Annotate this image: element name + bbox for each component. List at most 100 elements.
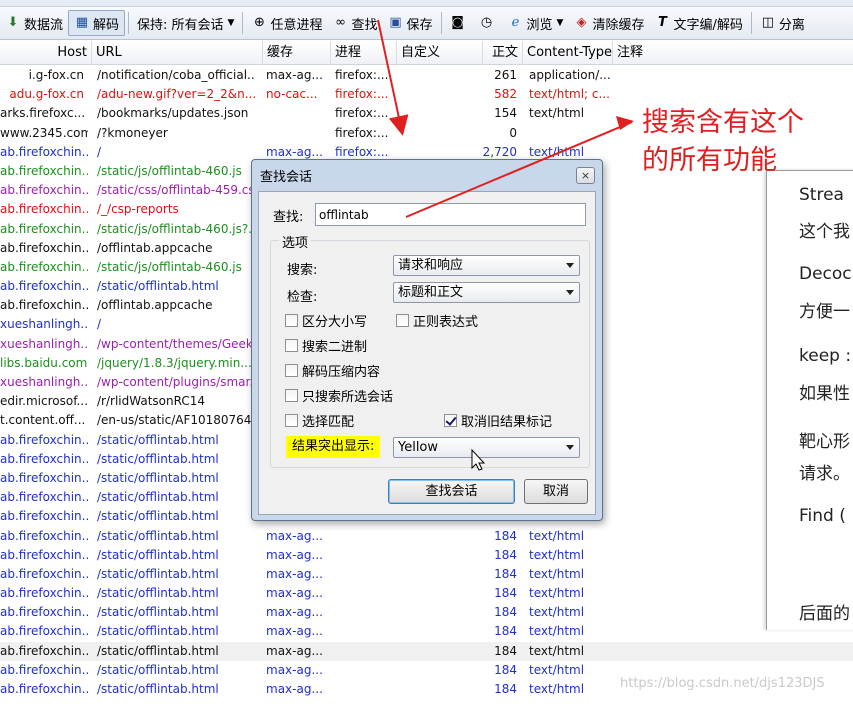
session-body-size: 184 — [494, 624, 517, 639]
session-host: ab.firefoxchin... — [0, 451, 88, 466]
dialog-title: 查找会话 — [260, 170, 313, 185]
session-process — [335, 584, 393, 603]
text-wizard-button[interactable]: T 文字编/解码 — [649, 10, 747, 36]
session-host: ab.firefoxchin... — [0, 682, 88, 696]
checkbox-box[interactable] — [285, 314, 298, 327]
column-url[interactable]: URL — [92, 41, 263, 65]
save-icon: ▣ — [389, 15, 402, 30]
session-process — [335, 603, 393, 622]
stream-button[interactable]: ⬇ 数据流 — [0, 10, 68, 36]
clear-cache-button[interactable]: ◈ 清除缓存 — [568, 10, 649, 36]
checkbox-box[interactable] — [285, 364, 298, 377]
session-row[interactable]: i.g-fox.cn/notification/coba_official...… — [0, 66, 853, 85]
cancel-button[interactable]: 取消 — [524, 479, 588, 504]
session-caching: max-ag... — [266, 643, 323, 658]
session-url: /static/offlintab.html — [97, 605, 219, 620]
help-line: 方便一 — [799, 302, 850, 322]
session-caching: no-cac... — [266, 87, 318, 102]
keep-sessions-dropdown[interactable]: 保持: 所有会话 ▼ — [132, 10, 239, 36]
session-row[interactable]: ab.firefoxchin... /static/offlintab.html m… — [0, 546, 853, 565]
find-button[interactable]: ∞ 查找 — [327, 10, 382, 36]
help-line: 如果性 — [799, 384, 850, 404]
session-process — [335, 565, 393, 584]
help-line: 后面的 — [799, 604, 850, 624]
unmark-old-results-checkbox[interactable]: 取消旧结果标记 — [444, 411, 552, 430]
session-row[interactable]: ab.firefoxchin... /static/offlintab.html m… — [0, 527, 853, 546]
session-host: ab.firefoxchin... — [0, 586, 88, 601]
help-line: 靶心形 — [799, 432, 850, 452]
search-selected-only-checkbox[interactable]: 只搜索所选会话 — [285, 386, 393, 405]
checkbox-box[interactable] — [285, 389, 298, 402]
session-process: firefox:... — [335, 68, 389, 82]
session-row[interactable]: ab.firefoxchin... /static/offlintab.html m… — [0, 565, 853, 584]
tearoff-button[interactable]: ◫ 分离 — [755, 10, 810, 36]
session-host: ab.firefoxchin... — [0, 643, 88, 658]
search-select-value: 请求和响应 — [398, 258, 464, 273]
checkbox-box[interactable] — [285, 339, 298, 352]
toolbar-separator — [242, 12, 244, 34]
examine-select[interactable]: 标题和正文 — [393, 282, 580, 303]
search-select[interactable]: 请求和响应 — [393, 255, 580, 276]
column-caching[interactable]: 缓存 — [263, 41, 331, 65]
decode-compressed-checkbox[interactable]: 解码压缩内容 — [285, 361, 380, 380]
session-body-size: 0 — [509, 125, 517, 140]
session-url: /r/rlidWatsonRC14 — [97, 394, 205, 409]
decode-icon: ▦ — [75, 15, 89, 30]
column-comments[interactable]: 注释 — [613, 41, 853, 65]
clear-cache-label: 清除缓存 — [592, 17, 645, 33]
session-content-type: application/... — [529, 68, 611, 82]
session-process — [335, 527, 393, 546]
session-caching: max-ag... — [266, 68, 323, 82]
any-process-button[interactable]: ⊕ 任意进程 — [246, 10, 327, 36]
checkbox-box[interactable] — [396, 314, 409, 327]
column-custom[interactable]: 自定义 — [397, 41, 483, 65]
column-content-type[interactable]: Content-Type — [523, 41, 613, 65]
find-sessions-button[interactable]: 查找会话 — [388, 479, 515, 504]
column-body[interactable]: 正文 — [483, 41, 523, 65]
session-host: ab.firefoxchin... — [0, 566, 88, 581]
session-row[interactable]: adu.g-fox.cn/adu-new.gif?ver=2_2&n... no-… — [0, 85, 853, 104]
session-content-type: text/html — [529, 662, 585, 677]
decode-button[interactable]: ▦ 解码 — [68, 10, 126, 36]
find-input[interactable] — [315, 203, 586, 226]
session-host: xueshanlingh... — [0, 317, 88, 332]
options-title: 选项 — [279, 232, 312, 251]
save-button[interactable]: ▣ 保存 — [383, 10, 438, 36]
session-row[interactable]: ab.firefoxchin... /static/offlintab.html m… — [0, 603, 853, 622]
session-body-size: 184 — [494, 528, 517, 543]
session-url: /static/offlintab.html — [97, 470, 219, 485]
column-process[interactable]: 进程 — [331, 41, 397, 65]
session-url: /static/js/offlintab-460.js?... — [97, 221, 255, 236]
session-host: ab.firefoxchin... — [0, 221, 88, 236]
timer-button[interactable]: ◷ — [474, 10, 503, 36]
highlight-color-select[interactable]: Yellow — [393, 437, 580, 458]
session-content-type: text/html — [529, 528, 585, 543]
column-host[interactable]: Host — [0, 41, 92, 65]
session-body-size: 184 — [494, 643, 517, 658]
timer-icon: ◷ — [480, 15, 493, 30]
annotation-line: 的所有功能 — [642, 145, 777, 176]
checkbox-box-checked[interactable] — [444, 414, 457, 427]
session-url: /static/offlintab.html — [97, 432, 219, 447]
search-binaries-checkbox[interactable]: 搜索二进制 — [285, 336, 367, 355]
checkbox-box[interactable] — [285, 414, 298, 427]
session-url: /_/csp-reports — [97, 202, 179, 217]
session-content-type: text/html — [529, 643, 585, 658]
session-host: t.content.off... — [0, 413, 86, 428]
browse-dropdown[interactable]: ℯ 浏览 ▼ — [503, 10, 569, 36]
help-panel: Strea 这个我 Decoc 方便一 keep : 如果性 靶心形 请求。 F… — [766, 170, 853, 630]
tearoff-label: 分离 — [778, 17, 805, 33]
session-row[interactable]: ab.firefoxchin... /static/offlintab.html m… — [0, 641, 853, 661]
close-button[interactable]: × — [576, 167, 595, 184]
session-body-size: 184 — [494, 566, 517, 581]
session-row[interactable]: ab.firefoxchin... /static/offlintab.html m… — [0, 584, 853, 603]
session-url: /offlintab.appcache — [97, 298, 213, 313]
session-row[interactable]: ab.firefoxchin... /static/offlintab.html m… — [0, 622, 853, 641]
session-caching: max-ag... — [266, 566, 323, 581]
regex-checkbox[interactable]: 正则表达式 — [396, 311, 478, 330]
session-url: /static/offlintab.html — [97, 279, 219, 294]
match-case-checkbox[interactable]: 区分大小写 — [285, 311, 367, 330]
screenshot-button[interactable]: ◙ — [445, 10, 474, 36]
session-body-size: 582 — [494, 87, 517, 102]
select-matches-checkbox[interactable]: 选择匹配 — [285, 411, 354, 430]
